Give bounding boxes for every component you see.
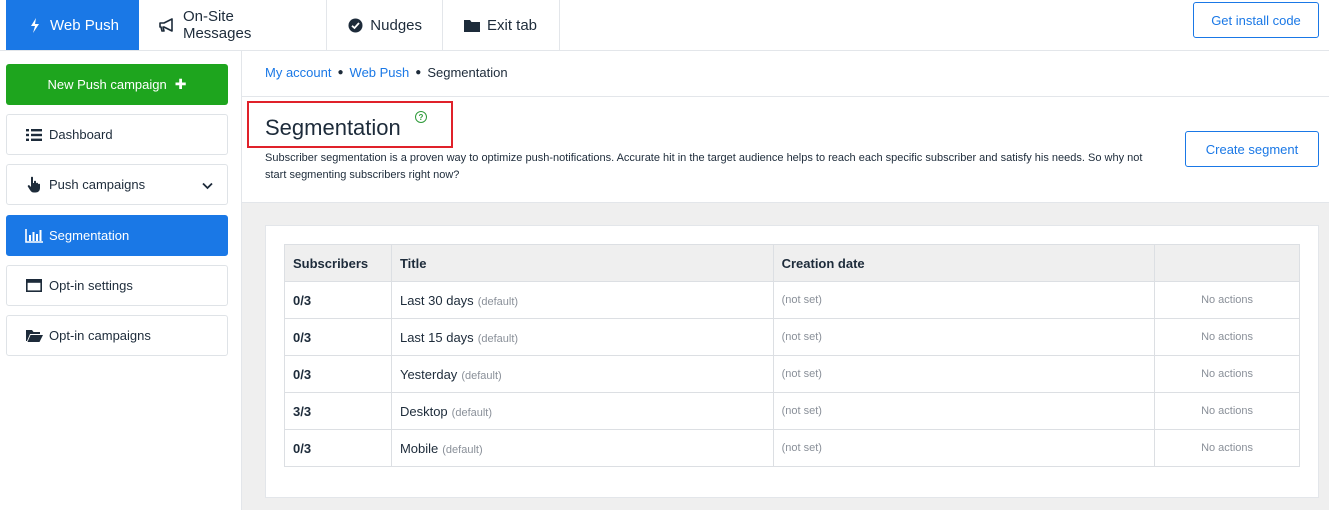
plus-icon: ✚: [174, 76, 187, 92]
table-row: 3/3 Desktop (default) (not set) No action…: [284, 392, 1300, 430]
breadcrumb-separator: ●: [337, 67, 344, 78]
tab-on-site-messages[interactable]: On-Site Messages: [139, 0, 327, 50]
bolt-icon: [26, 17, 44, 33]
sidebar-item-label: Push campaigns: [49, 177, 146, 192]
hand-pointer-icon: [25, 176, 43, 193]
title-cell: Mobile (default): [390, 429, 774, 467]
tab-nudges[interactable]: Nudges: [327, 0, 443, 50]
table-row: 0/3 Last 30 days (default) (not set) No a…: [284, 281, 1300, 319]
sidebar-item-label: Segmentation: [49, 228, 130, 243]
actions-cell: No actions: [1154, 429, 1300, 467]
tab-web-push[interactable]: Web Push: [6, 0, 139, 50]
window-icon: [25, 278, 43, 294]
segments-table: Subscribers Title Creation date 0/3 Last…: [284, 244, 1300, 467]
segment-title[interactable]: Yesterday: [400, 367, 457, 382]
chevron-down-icon[interactable]: [202, 178, 213, 193]
sidebar-item-dashboard[interactable]: Dashboard: [6, 114, 228, 155]
divider: [242, 96, 1329, 97]
date-cell: (not set): [772, 355, 1156, 393]
megaphone-icon: [159, 17, 177, 33]
check-circle-icon: [347, 17, 364, 33]
default-tag: (default): [461, 369, 502, 382]
tab-label: Nudges: [370, 16, 422, 34]
table-row: 0/3 Last 15 days (default) (not set) No a…: [284, 318, 1300, 356]
default-tag: (default): [451, 406, 493, 419]
table-row: 0/3 Yesterday (default) (not set) No acti…: [284, 355, 1300, 393]
sidebar-item-segmentation[interactable]: Segmentation: [6, 215, 228, 256]
tab-label: Web Push: [50, 16, 119, 34]
default-tag: (default): [477, 332, 519, 345]
table-row: 0/3 Mobile (default) (not set) No actions: [284, 429, 1300, 467]
segment-title[interactable]: Last 15 days: [400, 330, 474, 345]
title-cell: Yesterday (default): [390, 355, 774, 393]
new-campaign-label: New Push campaign: [47, 77, 167, 92]
subscribers-cell: 0/3: [284, 429, 392, 467]
subscribers-cell: 0/3: [284, 355, 392, 393]
segment-title[interactable]: Last 30 days: [400, 293, 474, 308]
date-cell: (not set): [772, 318, 1156, 356]
actions-cell: No actions: [1154, 318, 1300, 356]
header-subscribers: Subscribers: [284, 244, 392, 282]
header-creation-date: Creation date: [772, 244, 1156, 282]
header-title: Title: [390, 244, 774, 282]
new-push-campaign-button[interactable]: New Push campaign ✚: [6, 64, 228, 105]
breadcrumb: My account ● Web Push ● Segmentation: [265, 65, 508, 80]
default-tag: (default): [477, 295, 519, 308]
tab-label: Exit tab: [487, 16, 538, 34]
breadcrumb-web-push[interactable]: Web Push: [350, 65, 410, 80]
get-install-code-button[interactable]: Get install code: [1193, 2, 1319, 38]
page-title: Segmentation: [265, 115, 401, 140]
breadcrumb-my-account[interactable]: My account: [265, 65, 331, 80]
subscribers-cell: 0/3: [284, 318, 392, 356]
sidebar-item-label: Dashboard: [49, 127, 113, 142]
create-segment-button[interactable]: Create segment: [1185, 131, 1319, 167]
default-tag: (default): [442, 443, 483, 456]
breadcrumb-current: Segmentation: [427, 65, 508, 80]
actions-cell: No actions: [1154, 355, 1300, 393]
table-header-row: Subscribers Title Creation date: [284, 244, 1300, 282]
page-description: Subscriber segmentation is a proven way …: [265, 152, 1143, 181]
top-nav: Web Push On-Site Messages Nudges Exit ta…: [0, 0, 1329, 51]
segment-title[interactable]: Mobile: [400, 441, 438, 456]
tab-label: On-Site Messages: [182, 8, 252, 42]
sidebar-item-opt-in-settings[interactable]: Opt-in settings: [6, 265, 228, 306]
folder-open-icon: [25, 328, 43, 344]
title-cell: Desktop (default): [390, 392, 774, 430]
actions-cell: No actions: [1154, 281, 1300, 319]
header-actions: [1154, 244, 1300, 282]
sidebar-item-opt-in-campaigns[interactable]: Opt-in campaigns: [6, 315, 228, 356]
bar-chart-icon: [25, 228, 43, 244]
sidebar-item-label: Opt-in campaigns: [49, 328, 151, 343]
date-cell: (not set): [772, 429, 1156, 467]
title-cell: Last 30 days (default): [390, 281, 774, 319]
sidebar-item-push-campaigns[interactable]: Push campaigns: [6, 164, 228, 205]
folder-icon: [463, 17, 481, 33]
tab-exit-tab[interactable]: Exit tab: [443, 0, 560, 50]
sidebar: New Push campaign ✚ Dashboard Push campa…: [0, 51, 242, 510]
breadcrumb-separator: ●: [415, 67, 422, 78]
subscribers-cell: 0/3: [284, 281, 392, 319]
actions-cell: No actions: [1154, 392, 1300, 430]
title-cell: Last 15 days (default): [390, 318, 774, 356]
date-cell: (not set): [772, 392, 1156, 430]
segment-title[interactable]: Desktop: [400, 404, 448, 419]
sidebar-item-label: Opt-in settings: [49, 278, 133, 293]
help-icon[interactable]: ?: [415, 111, 427, 123]
subscribers-cell: 3/3: [284, 392, 392, 430]
date-cell: (not set): [772, 281, 1156, 319]
list-icon: [25, 127, 43, 143]
